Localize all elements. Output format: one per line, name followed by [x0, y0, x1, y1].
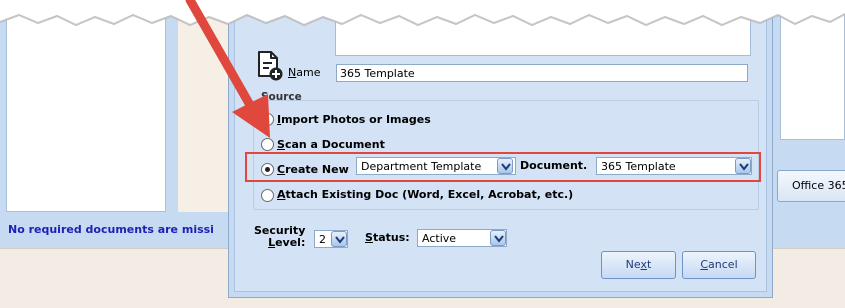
required-documents-status: No required documents are missi	[8, 223, 214, 236]
name-label: Name	[288, 66, 320, 79]
cancel-accel: C	[700, 258, 709, 271]
next-text-end: t	[647, 258, 652, 271]
new-document-icon	[256, 50, 286, 82]
security-level-dropdown-button[interactable]	[331, 231, 347, 247]
create-new-label[interactable]: Create New	[277, 163, 349, 176]
security-level-label: Security Level:	[254, 225, 305, 249]
scan-accel: S	[277, 138, 285, 151]
cancel-button[interactable]: Cancel	[682, 251, 756, 279]
next-button[interactable]: Next	[601, 251, 676, 279]
import-photos-radio[interactable]	[261, 113, 274, 126]
cancel-text: ancel	[708, 258, 738, 271]
office-365-button[interactable]: Office 365	[777, 170, 845, 202]
next-text-start: Ne	[625, 258, 641, 271]
attach-text: ttach Existing Doc (Word, Excel, Acrobat…	[285, 188, 574, 201]
document-label: Document.	[520, 159, 588, 172]
attach-accel: A	[277, 188, 286, 201]
template-type-select[interactable]: Department Template	[356, 157, 516, 175]
chevron-down-icon	[739, 163, 749, 171]
attach-existing-label[interactable]: Attach Existing Doc (Word, Excel, Acroba…	[277, 188, 573, 201]
template-type-dropdown-button[interactable]	[497, 158, 513, 174]
status-dropdown-button[interactable]	[490, 230, 506, 246]
scan-document-radio[interactable]	[261, 138, 274, 151]
chevron-down-icon	[501, 163, 511, 171]
status-label: Status:	[365, 231, 410, 244]
attach-existing-radio[interactable]	[261, 189, 274, 202]
import-photos-label[interactable]: Import Photos or Images	[277, 113, 431, 126]
scan-text: can a Document	[284, 138, 385, 151]
chevron-down-icon	[494, 235, 504, 243]
name-label-accel: N	[288, 66, 297, 79]
name-input[interactable]: 365 Template	[336, 64, 748, 82]
status-accel: S	[365, 231, 373, 244]
create-text: reate New	[285, 163, 349, 176]
scan-document-label[interactable]: Scan a Document	[277, 138, 385, 151]
status-text: tatus:	[372, 231, 410, 244]
torn-edge-overlay	[0, 0, 845, 27]
name-label-text: ame	[296, 66, 321, 79]
import-text: mport Photos or Images	[281, 113, 431, 126]
source-group-title: Source	[261, 91, 302, 103]
level-text: evel:	[275, 236, 306, 249]
chevron-down-icon	[335, 236, 345, 244]
document-select[interactable]: 365 Template	[596, 157, 752, 175]
create-new-radio[interactable]	[261, 163, 274, 176]
document-dropdown-button[interactable]	[735, 158, 751, 174]
create-accel: C	[277, 163, 286, 176]
security-level-label-line2: Level:	[254, 237, 305, 249]
